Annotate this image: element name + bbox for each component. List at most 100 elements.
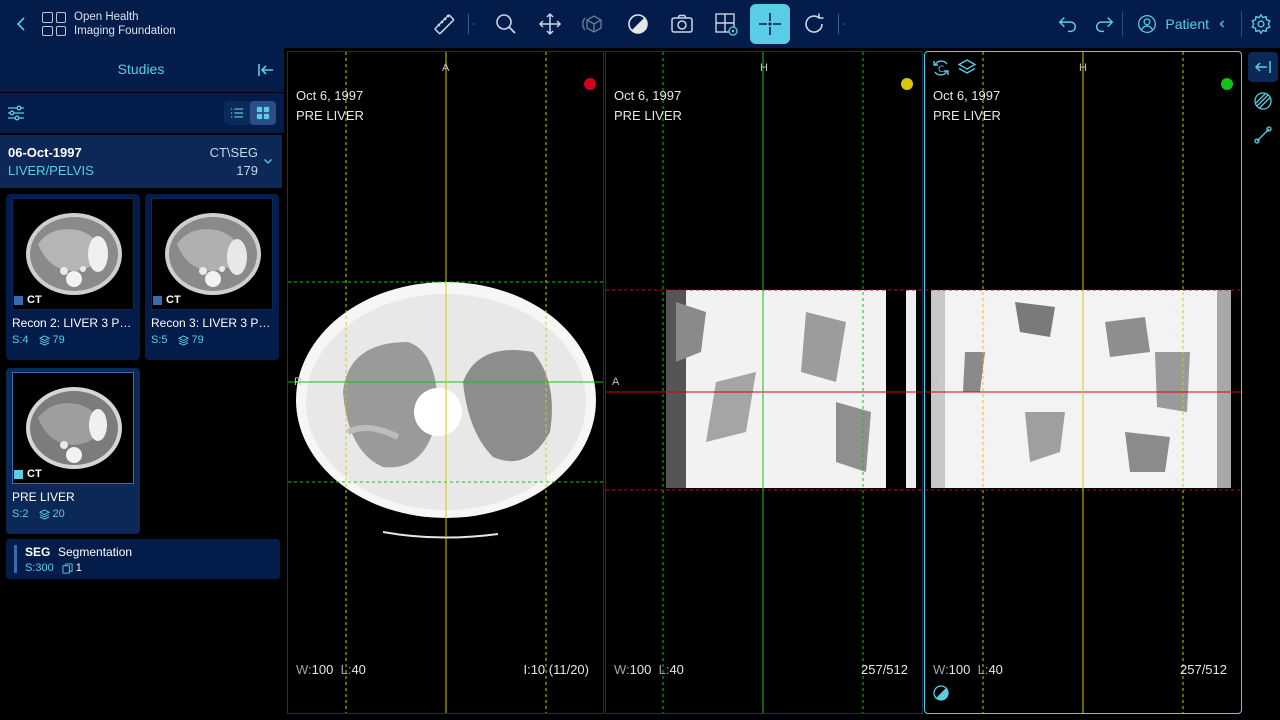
viewport-sagittal[interactable]: H A Oct 6, 1997 PRE LIVER W:100 L:40 257… [605, 51, 923, 714]
measurement-icon [1254, 126, 1272, 144]
modality-color-swatch [14, 295, 23, 305]
study-item[interactable]: 06-Oct-1997 LIVER/PELVIS CT\SEG 179 [0, 135, 282, 188]
measurement-tool-button[interactable] [424, 4, 464, 44]
segmentation-modality: SEG [25, 545, 51, 559]
series-thumbnail[interactable]: CT Recon 2: LIVER 3 PHASE (AP) S:4 79 [6, 194, 140, 360]
series-title: PRE LIVER [12, 490, 75, 504]
segmentation-meta: S:300 1 [25, 562, 82, 574]
orientation-marker-left: R [294, 376, 302, 388]
modality-label: CT [166, 294, 181, 306]
rotate-icon [805, 13, 824, 33]
modality-badge: CT [153, 294, 181, 306]
segmentation-name: Segmentation [58, 545, 133, 559]
capture-tool-button[interactable] [662, 4, 702, 44]
gear-icon [1251, 13, 1271, 35]
ohif-logo-icon [42, 12, 66, 36]
viewport-action-icons: C [931, 58, 977, 78]
viewport-color-indicator [901, 78, 913, 90]
modality-color-swatch [153, 295, 162, 305]
viewport-axial[interactable]: A R Oct 6, 1997 PRE LIVER W:100 L:40 I:1… [287, 51, 604, 714]
view-mode-toggle [224, 101, 276, 125]
window-label: W: [296, 662, 312, 677]
level-value: 40 [669, 662, 684, 677]
study-modalities: CT\SEG [209, 145, 258, 160]
chevron-down-icon [264, 159, 272, 164]
orientation-marker-top: H [1079, 62, 1087, 74]
viewport-color-indicator [584, 78, 596, 90]
measurements-panel-button[interactable] [1248, 120, 1278, 150]
brand-line-1: Open Health [74, 11, 139, 23]
sync-icon[interactable]: C [931, 58, 951, 78]
window-label: W: [614, 662, 630, 677]
settings-button[interactable] [1242, 4, 1280, 44]
brand-line-2: Imaging Foundation [74, 25, 176, 37]
viewport-series-description: PRE LIVER [614, 108, 682, 123]
back-icon[interactable] [12, 14, 32, 34]
collapse-left-icon [258, 64, 273, 76]
chevron-left-icon [1219, 20, 1224, 28]
studies-panel: Studies 06-Oct-1997 LIVER/PELVIS CT\SEG … [0, 48, 284, 720]
window-level-preset-icon[interactable] [933, 685, 949, 701]
collapse-panel-button[interactable] [256, 60, 276, 80]
viewport-coronal-active[interactable]: C H R Oct 6, 1997 PRE LIVER W:100 L:40 2… [924, 51, 1242, 714]
redo-icon [1096, 17, 1114, 33]
measurement-dropdown[interactable] [464, 4, 476, 44]
segmentation-series-item[interactable]: SEG Segmentation S:300 1 [6, 539, 280, 579]
window-level-tool-button[interactable] [618, 4, 658, 44]
level-value: 40 [988, 662, 1003, 677]
ruler-icon [434, 14, 455, 35]
user-icon [1138, 15, 1157, 33]
series-thumbnail[interactable]: CT Recon 3: LIVER 3 PHASE (AP) S:5 79 [145, 194, 279, 360]
sagittal-ct-image [606, 52, 922, 713]
series-title: Recon 2: LIVER 3 PHASE (AP) [12, 316, 136, 330]
series-meta: S:2 20 [12, 508, 65, 520]
more-tools-dropdown[interactable] [834, 4, 846, 44]
grid-view-button[interactable] [250, 101, 276, 125]
viewport-series-description: PRE LIVER [296, 108, 364, 123]
instance-count-value: 79 [52, 334, 65, 346]
series-thumbnail-selected[interactable]: CT PRE LIVER S:2 20 [6, 368, 140, 534]
stack-icon [38, 334, 50, 346]
window-label: W: [933, 662, 949, 677]
layout-tool-button[interactable] [706, 4, 746, 44]
viewport-color-indicator [1221, 78, 1233, 90]
patient-info-toggle[interactable]: Patient [1123, 14, 1241, 34]
undo-button[interactable] [1050, 4, 1086, 44]
layout-icon [715, 13, 738, 36]
segmentation-instance-count-value: 1 [75, 562, 82, 574]
slice-index: 257/512 [1180, 662, 1227, 677]
series-controls [0, 93, 284, 133]
slice-index: I:10 (11/20) [523, 662, 589, 677]
expand-right-panel-button[interactable] [1248, 52, 1278, 82]
list-view-button[interactable] [224, 101, 250, 125]
window-level-readout: W:100 L:40 [296, 662, 366, 677]
modality-label: CT [27, 294, 42, 306]
window-value: 100 [311, 662, 334, 677]
header-right: Patient [1050, 0, 1280, 48]
pan-tool-button[interactable] [530, 4, 570, 44]
patient-label: Patient [1165, 16, 1209, 32]
sliders-icon [8, 105, 24, 121]
window-level-readout: W:100 L:40 [933, 662, 1003, 677]
grid-icon [256, 106, 270, 120]
svg-text:C: C [938, 65, 944, 75]
app-header: Open Health Imaging Foundation Patient [0, 0, 1280, 48]
3d-rotate-icon [582, 15, 602, 33]
3d-rotate-tool-button[interactable] [574, 4, 614, 44]
segmentation-color-bar [14, 545, 17, 573]
modality-badge: CT [14, 468, 42, 480]
redo-button[interactable] [1086, 4, 1122, 44]
segmentation-panel-button[interactable] [1248, 86, 1278, 116]
instance-count: 79 [38, 334, 65, 346]
copy-icon [62, 562, 73, 574]
zoom-tool-button[interactable] [486, 4, 526, 44]
crosshairs-icon [759, 13, 781, 35]
instance-count-value: 20 [52, 508, 65, 520]
crosshairs-tool-button[interactable] [750, 4, 790, 44]
settings-filter-button[interactable] [6, 103, 26, 123]
study-description: LIVER/PELVIS [8, 163, 94, 178]
level-label: L: [658, 662, 670, 677]
rotate-tool-button[interactable] [794, 4, 834, 44]
layers-icon[interactable] [957, 58, 977, 78]
brand-name: Open Health Imaging Foundation [74, 10, 176, 38]
